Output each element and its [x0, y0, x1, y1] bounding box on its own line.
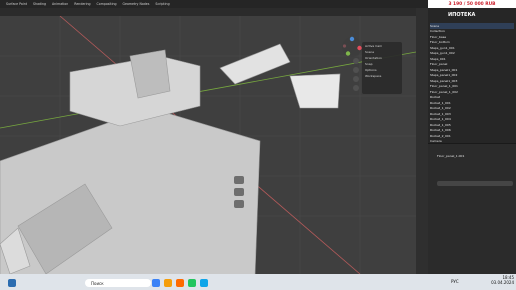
- chrome-icon[interactable]: [188, 279, 196, 287]
- taskbar-clock[interactable]: 18:45 03.04.2024: [488, 275, 514, 285]
- object-name-label: Floor_panel_1.001: [437, 154, 465, 158]
- ipoteka-overlay: ИПОТЕКА: [448, 12, 476, 18]
- blender-icon[interactable]: [176, 279, 184, 287]
- popup-item-active-cam[interactable]: Active Cam: [365, 44, 399, 48]
- store-icon[interactable]: [200, 279, 208, 287]
- start-icon[interactable]: [8, 279, 16, 287]
- folder-icon[interactable]: [164, 279, 172, 287]
- viewport-popup: Active Cam Scene Orientation Snap Option…: [362, 42, 402, 94]
- outliner-tree: Scene Collection Floor_base Floor_bottom…: [430, 23, 514, 163]
- 3d-viewport[interactable]: Active Cam Scene Orientation Snap Option…: [0, 16, 416, 274]
- popup-item-options[interactable]: Options: [365, 68, 399, 72]
- keyboard-lang[interactable]: РУС: [451, 279, 459, 284]
- tab-shading[interactable]: Shading: [33, 2, 46, 6]
- tab-surface-paint[interactable]: Surface Paint: [6, 2, 27, 6]
- properties-toolstrip[interactable]: [416, 8, 428, 274]
- popup-item-snap[interactable]: Snap: [365, 62, 399, 66]
- tab-scripting[interactable]: Scripting: [155, 2, 169, 6]
- taskbar-search[interactable]: Поиск: [85, 279, 151, 287]
- perspective-toggle-button[interactable]: [353, 85, 359, 91]
- tab-rendering[interactable]: Rendering: [74, 2, 90, 6]
- windows-taskbar: [0, 274, 516, 290]
- navigation-gizmo[interactable]: [341, 36, 363, 58]
- popup-item-orientation[interactable]: Orientation: [365, 56, 399, 60]
- tab-compositing[interactable]: Compositing: [97, 2, 117, 6]
- popup-item-scene[interactable]: Scene: [365, 50, 399, 54]
- zoom-button[interactable]: [353, 58, 359, 64]
- popup-item-workspace[interactable]: Workspace: [365, 74, 399, 78]
- viewport-side-buttons: [353, 58, 361, 94]
- camera-view-button[interactable]: [353, 76, 359, 82]
- date: 03.04.2024: [491, 280, 514, 285]
- properties-field[interactable]: [437, 181, 513, 186]
- pan-button[interactable]: [353, 67, 359, 73]
- tab-animation[interactable]: Animation: [52, 2, 68, 6]
- tab-geometry-nodes[interactable]: Geometry Nodes: [123, 2, 150, 6]
- edge-icon[interactable]: [152, 279, 160, 287]
- price-banner: 3 190 / 50 000 RUB: [428, 0, 516, 8]
- properties-panel: Floor_panel_1.001: [428, 143, 516, 274]
